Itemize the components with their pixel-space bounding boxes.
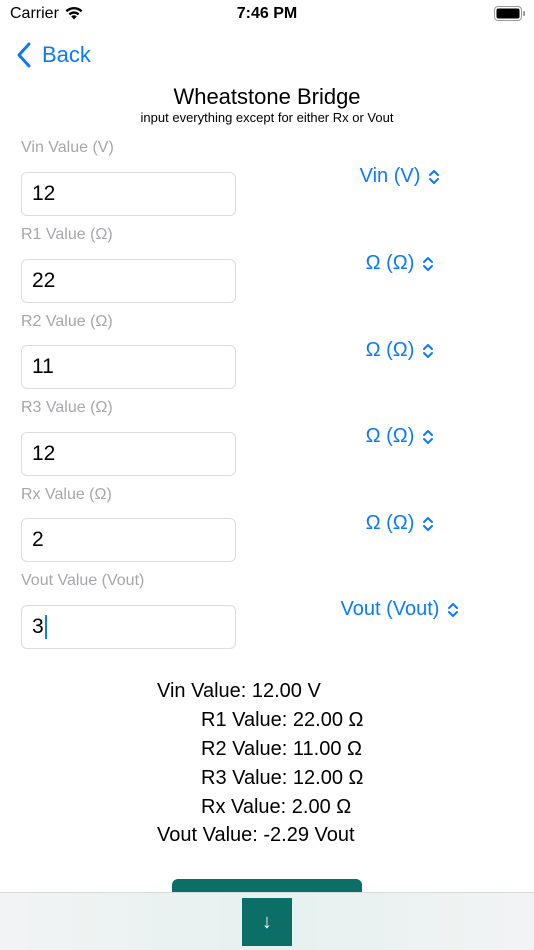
chevron-up-down-icon	[423, 516, 434, 531]
back-label: Back	[42, 42, 91, 67]
r1-label: R1 Value (Ω)	[21, 226, 113, 243]
vin-label: Vin Value (V)	[21, 139, 114, 156]
rx-input-value: 2	[32, 528, 44, 551]
vout-unit-picker[interactable]: Vout (Vout)	[270, 598, 530, 621]
vin-input[interactable]: 12	[21, 172, 236, 216]
chevron-up-down-icon	[429, 169, 440, 184]
vout-unit-label: Vout (Vout)	[340, 598, 440, 620]
scroll-down-button[interactable]: ↓	[242, 898, 292, 946]
r3-input[interactable]: 12	[21, 432, 236, 476]
r2-unit-label: Ω (Ω)	[365, 339, 415, 361]
vin-unit-label: Vin (V)	[359, 165, 421, 187]
vin-input-value: 12	[32, 182, 56, 205]
result-rx: Rx Value: 2.00 Ω	[201, 796, 352, 818]
result-vout: Vout Value: -2.29 Vout	[157, 824, 355, 846]
r1-input[interactable]: 22	[21, 259, 236, 303]
page-title: Wheatstone Bridge	[173, 84, 361, 109]
battery-icon	[494, 6, 525, 21]
vout-input-value: 3	[32, 615, 44, 638]
r3-unit-label: Ω (Ω)	[365, 425, 415, 447]
r2-input-value: 11	[32, 355, 54, 378]
chevron-up-down-icon	[423, 429, 434, 444]
clock-time: 7:46 PM	[236, 5, 298, 22]
status-bar: Carrier 7:46 PM	[0, 0, 534, 30]
r3-unit-picker[interactable]: Ω (Ω)	[270, 425, 530, 448]
r2-input[interactable]: 11	[21, 345, 236, 389]
rx-input[interactable]: 2	[21, 518, 236, 562]
result-r3: R3 Value: 12.00 Ω	[201, 767, 364, 789]
chevron-left-icon	[17, 42, 31, 68]
chevron-up-down-icon	[448, 602, 459, 617]
result-vin: Vin Value: 12.00 V	[157, 680, 321, 702]
chevron-up-down-icon	[423, 343, 434, 358]
rx-label: Rx Value (Ω)	[21, 486, 112, 503]
result-r1: R1 Value: 22.00 Ω	[201, 709, 364, 731]
r2-unit-picker[interactable]: Ω (Ω)	[270, 339, 530, 362]
vout-label: Vout Value (Vout)	[21, 572, 145, 589]
text-caret	[44, 615, 47, 639]
r1-unit-label: Ω (Ω)	[365, 252, 415, 274]
r3-label: R3 Value (Ω)	[21, 399, 113, 416]
result-r2: R2 Value: 11.00 Ω	[201, 738, 362, 760]
chevron-up-down-icon	[423, 256, 434, 271]
r3-input-value: 12	[32, 442, 56, 465]
vout-input[interactable]: 3	[21, 605, 236, 649]
rx-unit-label: Ω (Ω)	[365, 512, 415, 534]
vin-unit-picker[interactable]: Vin (V)	[270, 165, 530, 188]
back-button[interactable]: Back	[16, 40, 91, 70]
r1-input-value: 22	[32, 269, 56, 292]
arrow-down-icon: ↓	[262, 910, 272, 933]
rx-unit-picker[interactable]: Ω (Ω)	[270, 512, 530, 535]
r1-unit-picker[interactable]: Ω (Ω)	[270, 252, 530, 275]
page-subtitle: input everything except for either Rx or…	[140, 110, 394, 125]
screen: Carrier 7:46 PM Back Wheatstone Bridge i…	[0, 0, 534, 950]
r2-label: R2 Value (Ω)	[21, 313, 113, 330]
